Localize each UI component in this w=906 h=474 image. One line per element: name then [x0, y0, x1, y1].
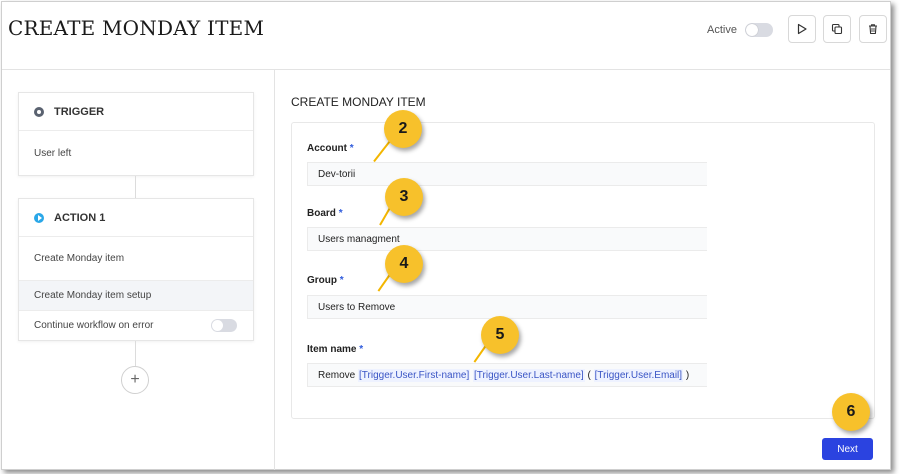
group-label: Group *: [307, 275, 344, 286]
active-toggle-group: Active: [707, 20, 773, 40]
active-toggle[interactable]: [744, 23, 773, 37]
connector-line: [135, 341, 136, 366]
config-form: Account * Dev-torii Board * Users managm…: [291, 122, 875, 419]
variable-chip: [Trigger.User.Last-name]: [473, 368, 585, 382]
item-name-input[interactable]: Remove [Trigger.User.First-name] [Trigge…: [307, 363, 707, 387]
delete-button[interactable]: [859, 15, 887, 43]
workflow-panel: TRIGGER User left ACTION 1 Create Monday…: [2, 70, 275, 470]
copy-icon: [831, 23, 843, 35]
action-card[interactable]: ACTION 1 Create Monday item Create Monda…: [18, 198, 254, 341]
trigger-icon: [34, 106, 44, 117]
continue-on-error-row: Continue workflow on error: [19, 311, 253, 340]
app-window: CREATE MONDAY ITEM Active TRIGGER User l…: [1, 1, 891, 470]
board-label: Board *: [307, 208, 343, 219]
play-icon: [797, 23, 807, 35]
continue-on-error-label: Continue workflow on error: [34, 320, 154, 331]
required-mark: *: [359, 344, 364, 355]
trigger-label: TRIGGER: [54, 105, 105, 118]
required-mark: *: [349, 143, 354, 154]
page-title: CREATE MONDAY ITEM: [8, 16, 265, 40]
action-name: Create Monday item: [19, 237, 253, 281]
board-select[interactable]: Users managment: [307, 227, 707, 251]
group-select[interactable]: Users to Remove: [307, 295, 707, 319]
run-button[interactable]: [788, 15, 816, 43]
board-label-text: Board: [307, 208, 336, 219]
item-name-paren: (: [587, 369, 591, 381]
variable-chip: [Trigger.User.First-name]: [358, 368, 471, 382]
add-step-button[interactable]: +: [121, 366, 149, 394]
account-label: Account *: [307, 143, 354, 154]
item-name-prefix: Remove: [318, 369, 356, 381]
group-label-text: Group: [307, 275, 337, 286]
connector-line: [135, 176, 136, 198]
item-name-label: Item name *: [307, 344, 363, 355]
variable-chip: [Trigger.User.Email]: [593, 368, 684, 382]
trash-icon: [869, 24, 877, 35]
page-header: CREATE MONDAY ITEM Active: [2, 2, 890, 70]
action-setup-item[interactable]: Create Monday item setup: [19, 281, 253, 311]
active-label: Active: [707, 24, 737, 36]
required-mark: *: [338, 208, 343, 219]
callout-badge-2: 2: [384, 110, 422, 148]
account-select[interactable]: Dev-torii: [307, 162, 707, 186]
account-label-text: Account: [307, 143, 347, 154]
trigger-event: User left: [34, 147, 72, 159]
action-play-icon: [34, 212, 44, 223]
section-title: CREATE MONDAY ITEM: [291, 95, 426, 109]
trigger-card[interactable]: TRIGGER User left: [18, 92, 254, 176]
duplicate-button[interactable]: [823, 15, 851, 43]
item-name-paren: ): [685, 369, 690, 381]
callout-badge-5: 5: [481, 316, 519, 354]
step-config-panel: CREATE MONDAY ITEM Account * Dev-torii B…: [276, 70, 890, 470]
required-mark: *: [339, 275, 344, 286]
callout-badge-3: 3: [385, 178, 423, 216]
action-label: ACTION 1: [54, 211, 106, 224]
action-card-header: ACTION 1: [19, 199, 253, 237]
next-button[interactable]: Next: [822, 438, 873, 460]
callout-badge-4: 4: [385, 245, 423, 283]
continue-on-error-toggle[interactable]: [211, 319, 237, 332]
trigger-card-header: TRIGGER: [19, 93, 253, 131]
callout-badge-6: 6: [832, 393, 870, 431]
item-name-label-text: Item name: [307, 344, 357, 355]
